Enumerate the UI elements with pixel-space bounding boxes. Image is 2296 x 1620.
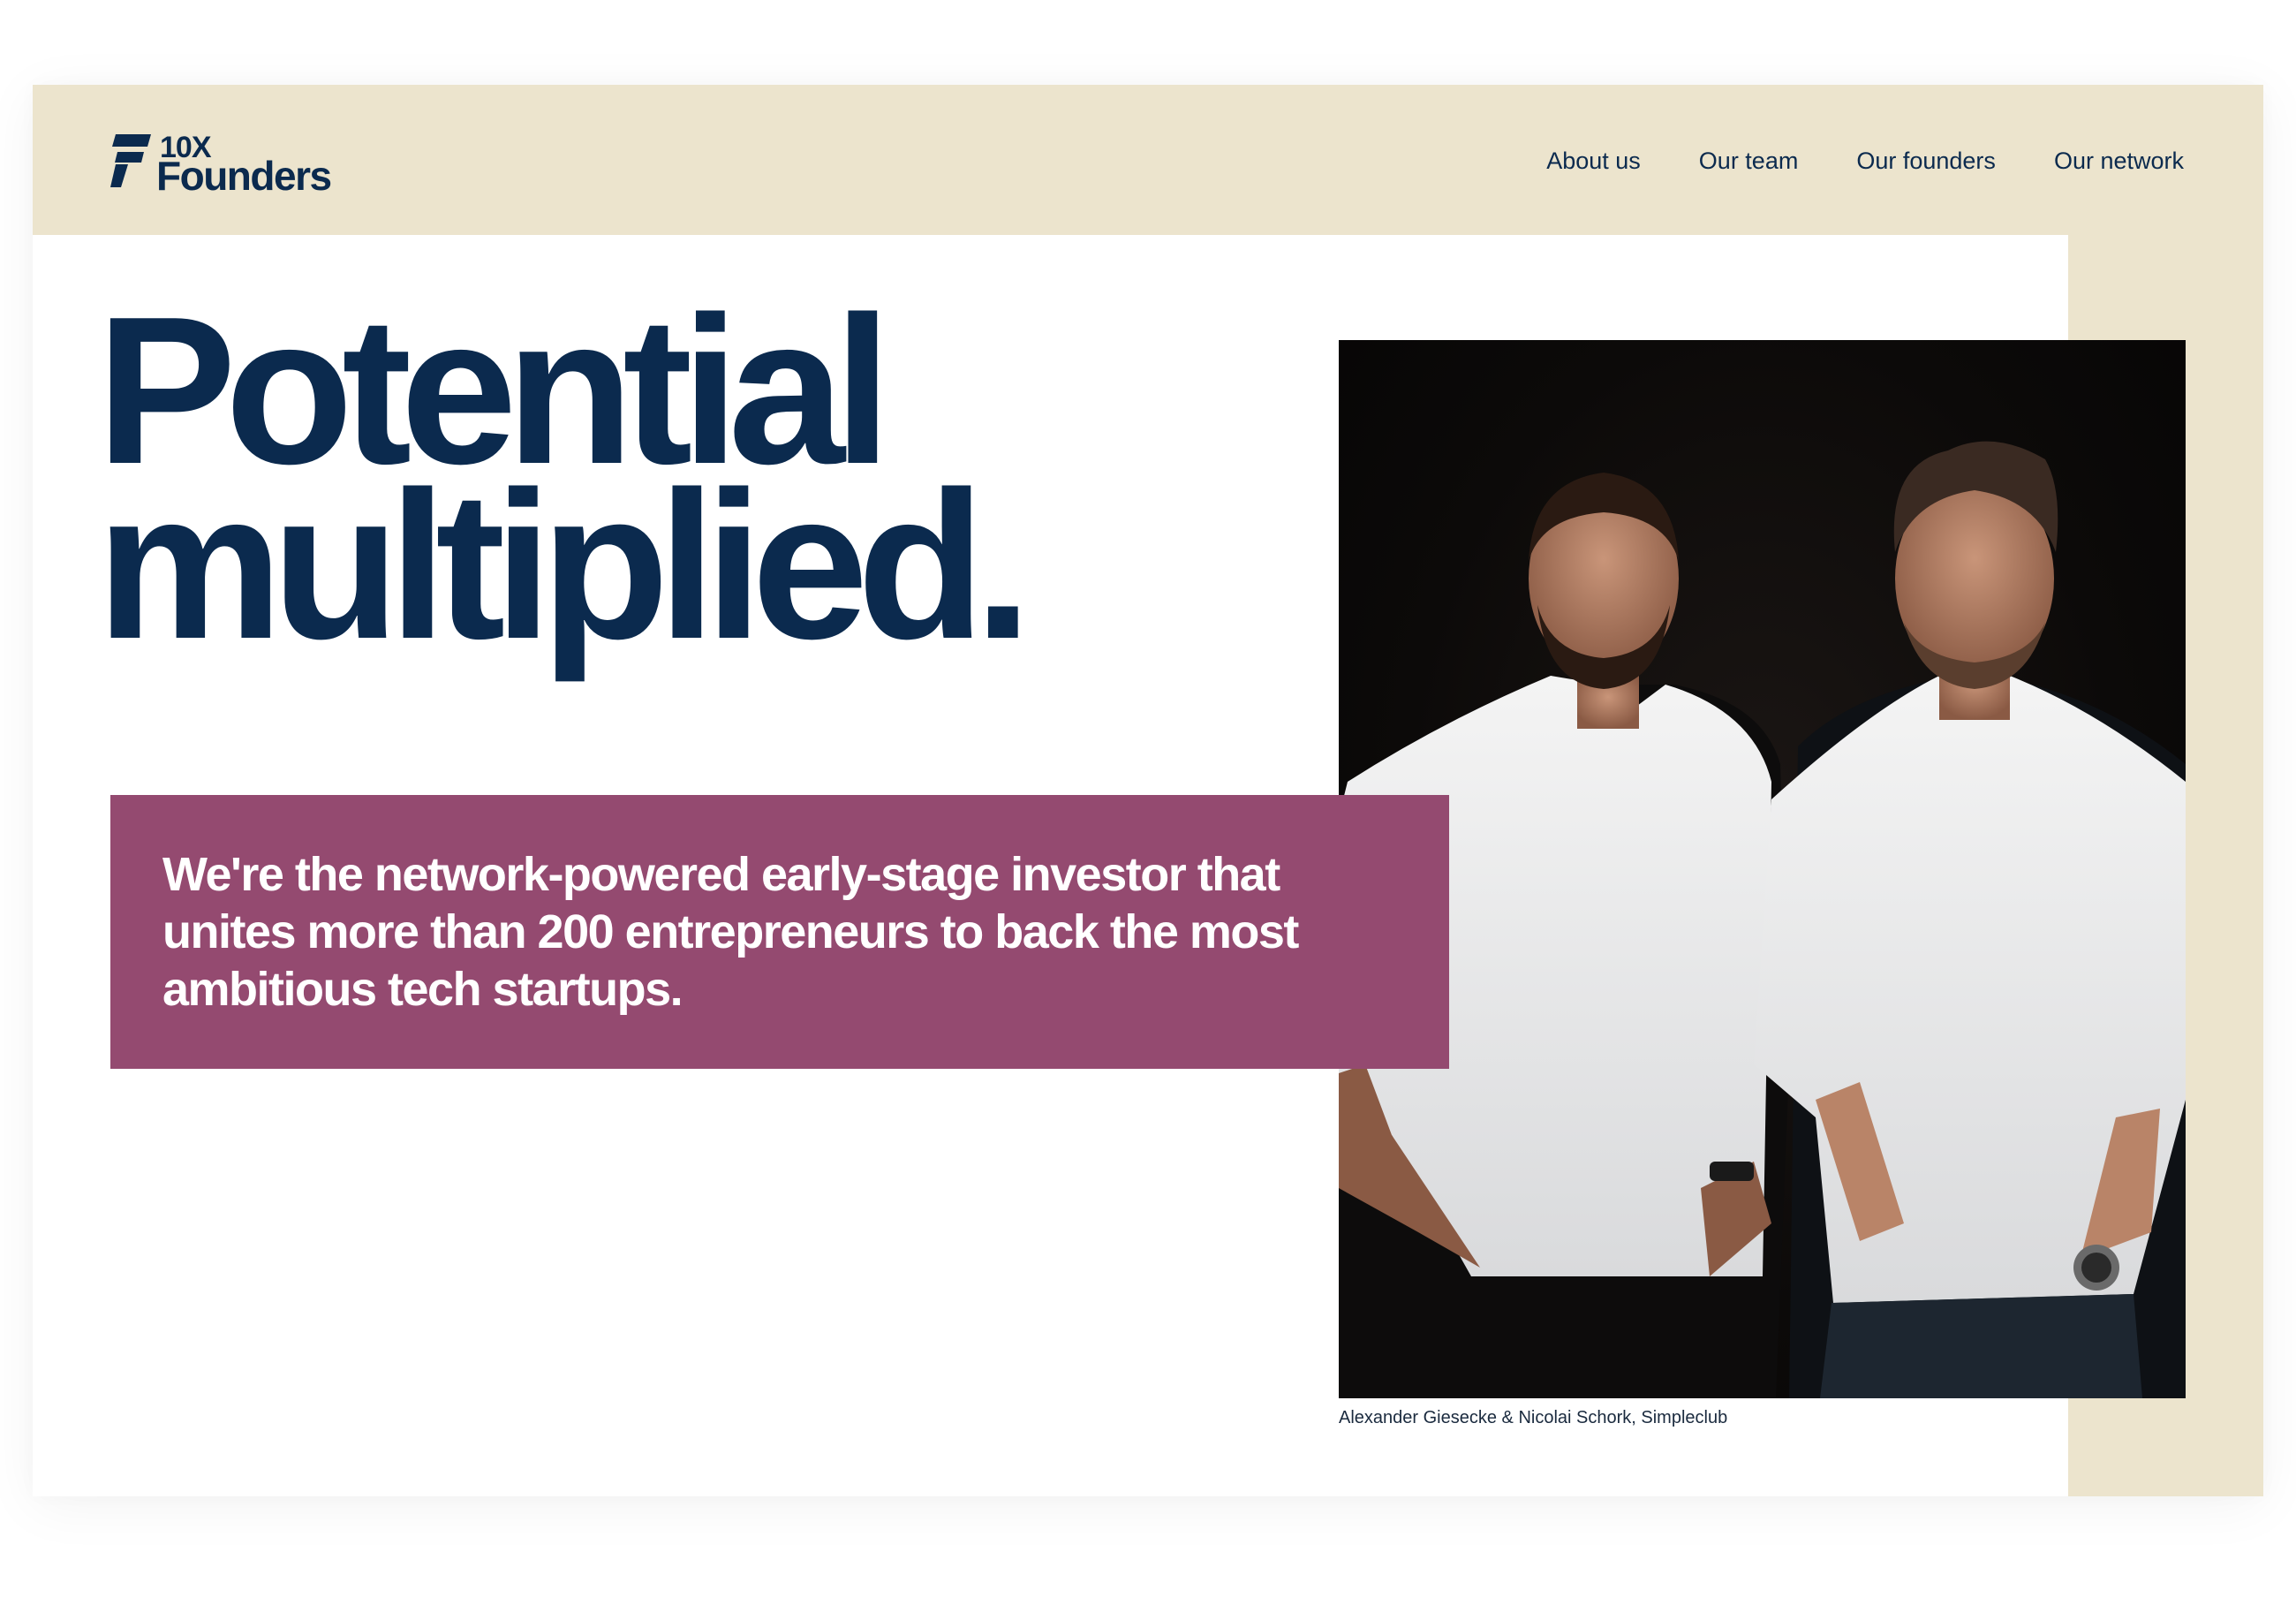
logo-wordmark: 10X Founders (156, 132, 332, 199)
nav-about-us[interactable]: About us (1546, 136, 1641, 185)
headline-line-2: multiplied. (96, 449, 1032, 683)
nav-our-network[interactable]: Our network (2054, 136, 2184, 185)
founders-photo-illustration (1339, 441, 2186, 1398)
site-header: 10X Founders About us Our team Our found… (33, 85, 2263, 235)
photo-caption: Alexander Giesecke & Nicolai Schork, Sim… (1339, 1408, 1728, 1427)
page-frame: 10X Founders About us Our team Our found… (33, 85, 2263, 1496)
main-nav: About us Our team Our founders Our netwo… (1546, 136, 2184, 185)
nav-our-founders[interactable]: Our founders (1856, 136, 1996, 185)
founders-photo (1339, 340, 2186, 1398)
logo-link[interactable]: 10X Founders (110, 132, 358, 196)
logo-word: Founders (156, 153, 332, 199)
hero-headline: Potential multiplied. (96, 286, 1032, 683)
founders-logo-icon (110, 134, 151, 187)
intro-box: We're the network-powered early-stage in… (110, 795, 1449, 1069)
nav-our-team[interactable]: Our team (1699, 136, 1799, 185)
intro-text: We're the network-powered early-stage in… (162, 848, 1299, 1016)
